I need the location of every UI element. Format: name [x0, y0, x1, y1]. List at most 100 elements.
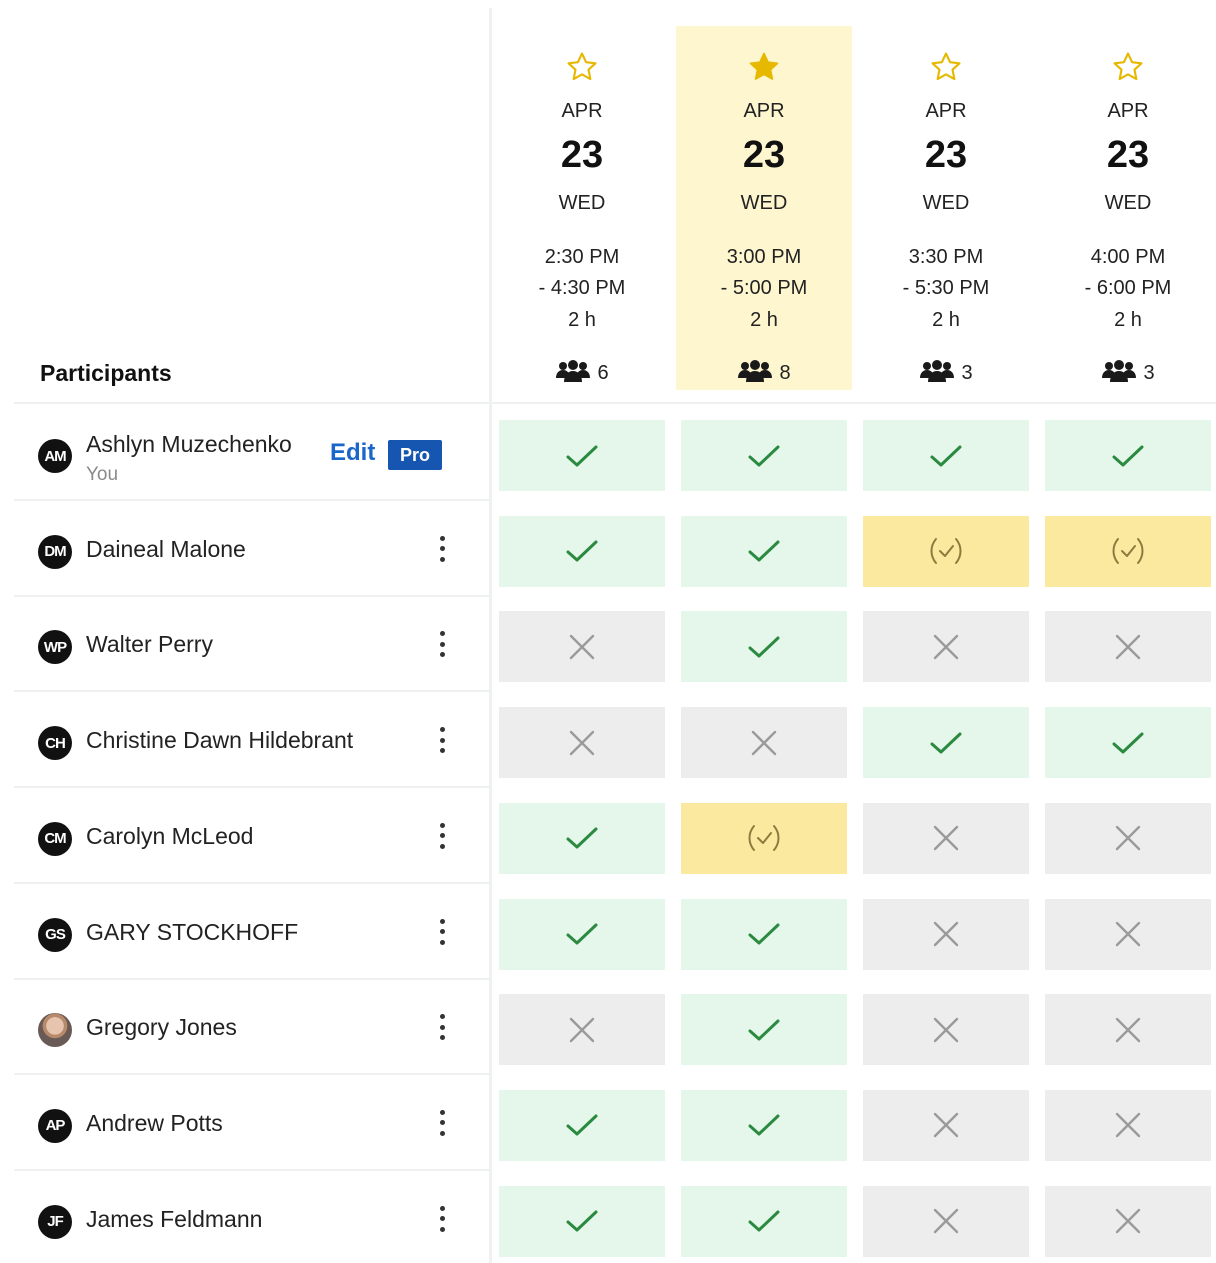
vote-cell-no[interactable] — [1045, 994, 1211, 1066]
option-column-3: APR 23 WED 3:30 PM - 5:30 PM 2 h 3 — [858, 26, 1034, 390]
vote-cell-no[interactable] — [1045, 1089, 1211, 1161]
avatar: CH — [38, 726, 72, 761]
star-outline-icon[interactable] — [494, 50, 670, 84]
kebab-menu-icon[interactable] — [432, 917, 452, 947]
participants-heading: Participants — [40, 360, 172, 386]
vote-cell-no[interactable] — [863, 1089, 1029, 1161]
participant-name: GARY STOCKHOFF — [86, 918, 299, 945]
vote-cell-yes[interactable] — [681, 420, 847, 491]
kebab-menu-icon[interactable] — [432, 1204, 452, 1234]
participant-name: Ashlyn Muzechenko — [86, 431, 292, 457]
vote-cell-no[interactable] — [863, 802, 1029, 874]
kebab-menu-icon[interactable] — [432, 629, 452, 659]
vote-cell-no[interactable] — [499, 994, 665, 1066]
vote-cell-no[interactable] — [1045, 1185, 1211, 1257]
vote-cell-no[interactable] — [1045, 611, 1211, 683]
star-filled-icon[interactable] — [676, 50, 852, 84]
option-weekday: WED — [558, 192, 606, 214]
cross-icon — [562, 1010, 602, 1050]
vote-cell-yes[interactable] — [499, 898, 665, 970]
participant-name: Christine Dawn Hildebrant — [86, 727, 354, 754]
option-participant-count: 8 — [676, 358, 852, 388]
kebab-menu-icon[interactable] — [432, 1108, 452, 1138]
cross-icon — [1108, 914, 1148, 954]
option-count-value: 6 — [597, 361, 609, 384]
vote-cell-maybe[interactable] — [681, 802, 847, 874]
check-in-parentheses-icon — [744, 818, 784, 858]
avatar: AM — [38, 439, 72, 473]
vote-cell-yes[interactable] — [681, 898, 847, 970]
poll-results-grid: Participants APR 23 WED 2:30 PM - 4:30 PM 2 h… — [0, 0, 1216, 1263]
option-duration: 2 h — [1114, 309, 1142, 331]
vote-cell-no[interactable] — [499, 611, 665, 683]
vote-cell-yes[interactable] — [681, 1185, 847, 1257]
vote-cell-no[interactable] — [1045, 802, 1211, 874]
vote-cell-yes[interactable] — [499, 1089, 665, 1161]
check-icon — [926, 723, 966, 763]
vote-cell-yes[interactable] — [863, 707, 1029, 779]
vote-cell-no[interactable] — [863, 1185, 1029, 1257]
vote-cell-yes[interactable] — [681, 515, 847, 587]
vote-cell-yes[interactable] — [499, 1185, 665, 1257]
edit-link[interactable]: Edit — [330, 439, 375, 467]
star-outline-icon[interactable] — [1040, 50, 1216, 84]
option-count-value: 8 — [779, 361, 791, 384]
vote-cell-maybe[interactable] — [1045, 515, 1211, 587]
option-weekday: WED — [922, 192, 970, 214]
option-month: APR — [1107, 100, 1149, 122]
kebab-menu-icon[interactable] — [432, 534, 452, 564]
kebab-menu-icon[interactable] — [432, 821, 452, 851]
check-icon — [926, 436, 966, 476]
vote-cell-no[interactable] — [863, 994, 1029, 1066]
avatar: CM — [38, 821, 72, 856]
check-icon — [562, 818, 602, 858]
option-column-4: APR 23 WED 4:00 PM - 6:00 PM 2 h 3 — [1040, 26, 1216, 390]
option-end-time: - 4:30 PM — [538, 277, 626, 299]
option-duration: 2 h — [750, 309, 778, 331]
avatar: AP — [38, 1108, 72, 1143]
vote-cell-yes[interactable] — [499, 420, 665, 491]
participant-name: Andrew Potts — [86, 1109, 223, 1136]
cross-icon — [926, 1201, 966, 1241]
vote-cell-no[interactable] — [863, 898, 1029, 970]
option-end-time: - 5:00 PM — [720, 277, 808, 299]
star-outline-icon[interactable] — [858, 50, 1034, 84]
check-icon — [1108, 436, 1148, 476]
cross-icon — [1108, 1105, 1148, 1145]
cross-icon — [562, 627, 602, 667]
option-count-value: 3 — [1143, 361, 1155, 384]
vote-cell-yes[interactable] — [499, 515, 665, 587]
vote-cell-yes[interactable] — [1045, 420, 1211, 491]
option-day: 23 — [924, 134, 968, 176]
vote-cell-yes[interactable] — [1045, 707, 1211, 779]
cross-icon — [926, 627, 966, 667]
option-duration: 2 h — [568, 309, 596, 331]
vote-cell-yes[interactable] — [499, 802, 665, 874]
option-month: APR — [743, 100, 785, 122]
option-column-1: APR 23 WED 2:30 PM - 4:30 PM 2 h 6 — [494, 26, 670, 390]
option-count-value: 3 — [961, 361, 973, 384]
participant-row: CM Carolyn McLeod — [0, 787, 1216, 884]
vote-cell-yes[interactable] — [681, 611, 847, 683]
vote-cell-maybe[interactable] — [863, 515, 1029, 587]
vote-cell-yes[interactable] — [681, 994, 847, 1066]
cross-icon — [744, 723, 784, 763]
cross-icon — [926, 914, 966, 954]
vote-cell-yes[interactable] — [863, 420, 1029, 491]
option-start-time: 2:30 PM — [544, 246, 620, 268]
pro-badge: Pro — [388, 440, 442, 470]
vote-cell-no[interactable] — [863, 611, 1029, 683]
vote-cell-no[interactable] — [1045, 898, 1211, 970]
vote-cell-no[interactable] — [499, 707, 665, 779]
kebab-menu-icon[interactable] — [432, 725, 452, 755]
participant-name: Gregory Jones — [86, 1014, 237, 1041]
kebab-menu-icon[interactable] — [432, 1012, 452, 1042]
participant-row: AP Andrew Potts — [0, 1074, 1216, 1171]
option-start-time: 4:00 PM — [1090, 246, 1166, 268]
option-end-time: - 5:30 PM — [902, 277, 990, 299]
check-icon — [744, 1010, 784, 1050]
vote-cell-no[interactable] — [681, 707, 847, 779]
participant-you-label: You — [86, 464, 119, 485]
vote-cell-yes[interactable] — [681, 1089, 847, 1161]
participant-row: AM Ashlyn Muzechenko You Edit Pro — [0, 404, 1216, 501]
